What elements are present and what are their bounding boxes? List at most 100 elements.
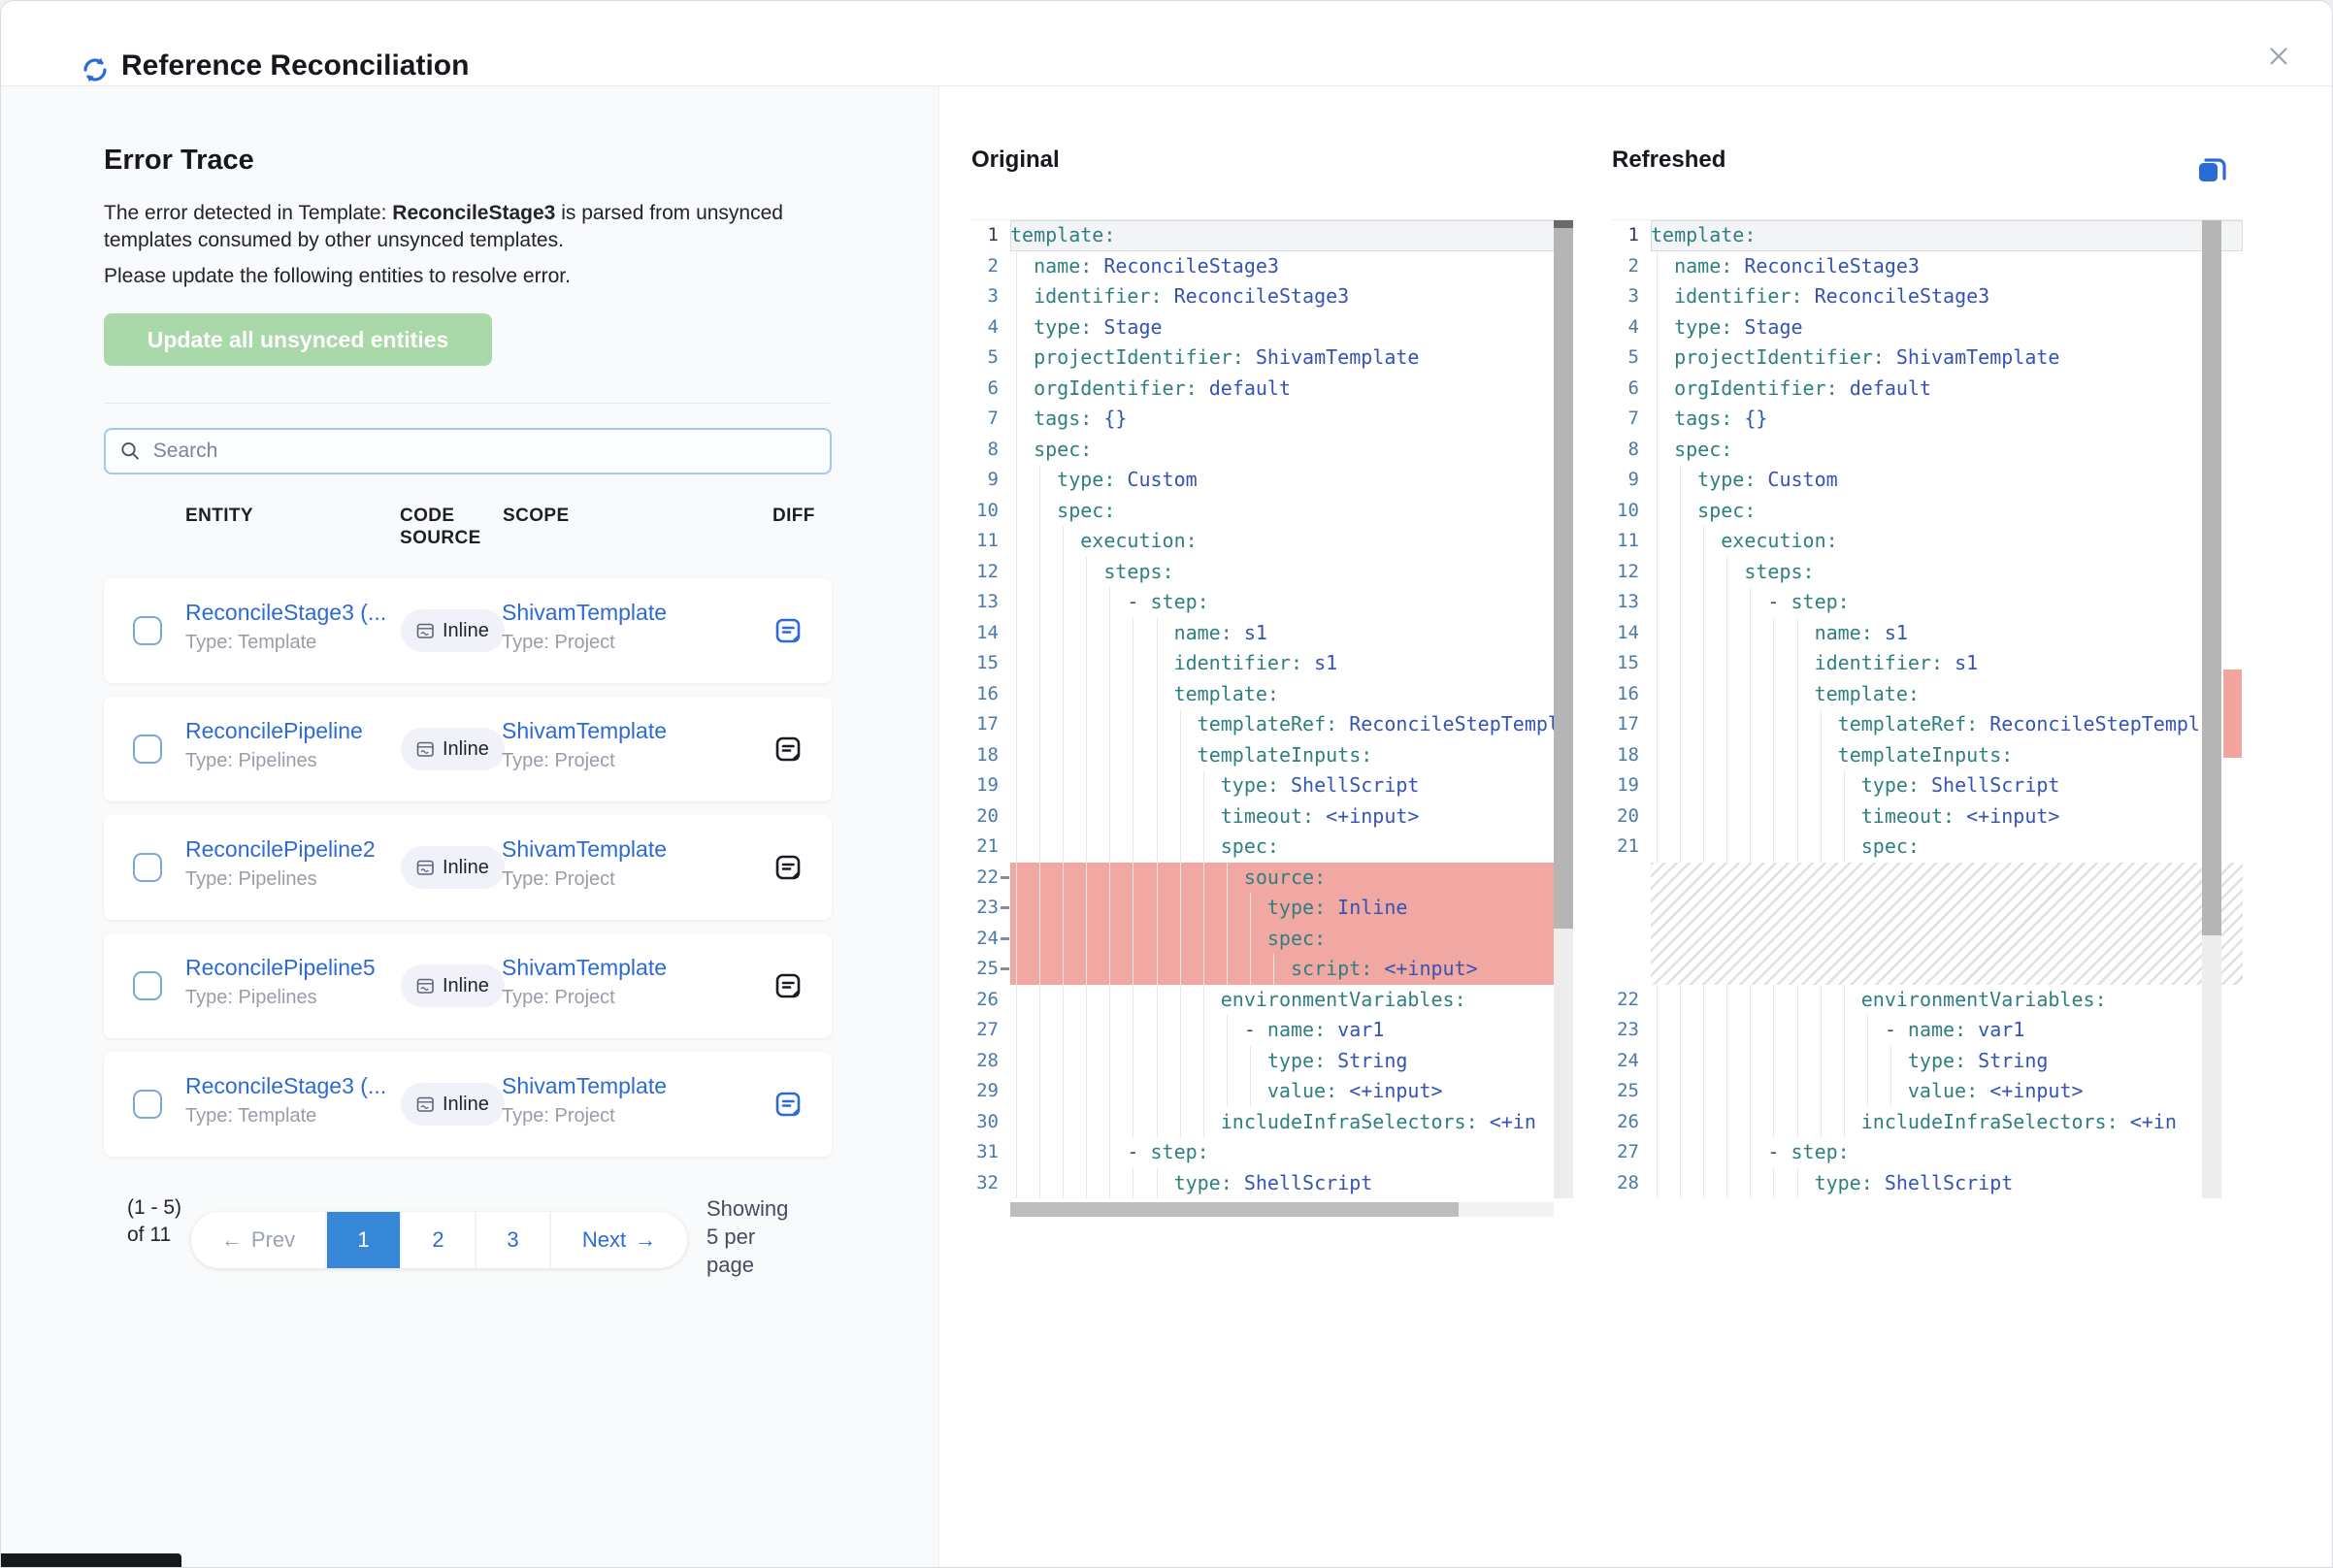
line-number: 8 <box>1612 435 1651 466</box>
inline-source-icon <box>416 622 435 640</box>
code-line: 9type: Custom <box>971 465 1573 496</box>
deleted-line-marker <box>1001 937 1009 940</box>
deleted-lines-placeholder <box>1651 863 2243 985</box>
entity-type-label: Type: Pipelines <box>185 868 394 891</box>
line-number: 17 <box>971 709 1010 740</box>
row-checkbox[interactable] <box>133 616 162 645</box>
code-line: 15identifier: s1 <box>1612 648 2243 679</box>
code-line: 5projectIdentifier: ShivamTemplate <box>971 343 1573 374</box>
scope-cell: ShivamTemplate Type: Project <box>502 1073 725 1127</box>
code-line: 3identifier: ReconcileStage3 <box>971 281 1573 312</box>
pagination-range-text: (1 - 5) of 11 <box>127 1194 201 1249</box>
line-number: 5 <box>971 343 1010 374</box>
line-number: 27 <box>1612 1137 1651 1168</box>
line-number: 1 <box>1612 220 1651 251</box>
row-checkbox[interactable] <box>133 1090 162 1119</box>
line-number: 15 <box>1612 648 1651 679</box>
code-line: 9type: Custom <box>1612 465 2243 496</box>
entity-cell: ReconcileStage3 (...Type: Template <box>185 1073 394 1127</box>
entity-cell: ReconcilePipeline2 Type: Pipelines <box>185 836 394 891</box>
scope-link[interactable]: ShivamTemplate <box>502 600 725 626</box>
line-number: 9 <box>1612 465 1651 496</box>
code-line: 5projectIdentifier: ShivamTemplate <box>1612 343 2243 374</box>
row-checkbox[interactable] <box>133 853 162 882</box>
code-line: 25script: <+input> <box>971 954 1573 985</box>
code-line: 10spec: <box>971 496 1573 527</box>
deleted-line-marker <box>1001 906 1009 909</box>
scope-link[interactable]: ShivamTemplate <box>502 1073 725 1099</box>
line-number: 18 <box>971 740 1010 771</box>
code-line: 10spec: <box>1612 496 2243 527</box>
pagination-page-3[interactable]: 3 <box>475 1212 549 1268</box>
line-number: 23 <box>971 893 1010 924</box>
original-horizontal-scrollbar[interactable] <box>1010 1202 1554 1217</box>
code-line: 20timeout: <+input> <box>1612 801 2243 833</box>
code-line: 28type: ShellScript <box>1612 1168 2243 1199</box>
copy-icon[interactable] <box>2192 150 2231 189</box>
diff-icon[interactable] <box>773 1090 803 1119</box>
scrollbar-thumb[interactable] <box>2202 220 2221 935</box>
browser-status-tooltip <box>1 1553 181 1567</box>
diff-icon[interactable] <box>773 735 803 764</box>
pagination-next-button[interactable]: Next → <box>549 1212 687 1268</box>
pagination-prev-button[interactable]: ← Prev <box>191 1212 325 1268</box>
table-row: ReconcileStage3 (... Type: Template Inlin… <box>104 578 832 683</box>
scrollbar-thumb[interactable] <box>1010 1202 1459 1217</box>
inline-source-icon <box>416 977 435 996</box>
error-description: The error detected in Template: Reconcil… <box>104 200 793 254</box>
entity-link[interactable]: ReconcileStage3 (... <box>185 600 394 626</box>
entity-link[interactable]: ReconcilePipeline2 <box>185 836 394 863</box>
code-line: 11execution: <box>971 526 1573 557</box>
pagination-page-2[interactable]: 2 <box>400 1212 475 1268</box>
diff-icon[interactable] <box>773 853 803 882</box>
search-input[interactable] <box>151 439 816 464</box>
entity-type-label: Type: Template <box>185 632 394 654</box>
code-line: 16template: <box>971 679 1573 710</box>
entity-link[interactable]: ReconcilePipeline <box>185 718 394 744</box>
pagination-page-1[interactable]: 1 <box>325 1212 400 1268</box>
inline-source-icon <box>416 859 435 877</box>
column-header-code-source: CODE SOURCE <box>400 505 502 549</box>
code-line: 20timeout: <+input> <box>971 801 1573 833</box>
scope-link[interactable]: ShivamTemplate <box>502 718 725 744</box>
original-vertical-scrollbar[interactable] <box>1554 220 1573 1198</box>
code-line: 23type: Inline <box>971 893 1573 924</box>
code-source-badge: Inline <box>401 609 505 652</box>
close-icon[interactable] <box>2262 40 2295 73</box>
diff-icon[interactable] <box>773 971 803 1000</box>
entity-cell: ReconcilePipeline5Type: Pipelines <box>185 955 394 1009</box>
refreshed-panel-heading: Refreshed <box>1612 147 1725 174</box>
column-header-diff: DIFF <box>772 505 815 527</box>
table-row: ReconcilePipeline5Type: Pipelines Inline… <box>104 933 832 1038</box>
entity-link[interactable]: ReconcilePipeline5 <box>185 955 394 981</box>
line-number: 7 <box>971 404 1010 435</box>
inline-source-icon <box>416 1095 435 1114</box>
code-line: 28type: String <box>971 1046 1573 1077</box>
code-line: 2name: ReconcileStage3 <box>1612 251 2243 282</box>
code-line: 24type: String <box>1612 1046 2243 1077</box>
line-number: 19 <box>971 770 1010 801</box>
code-line: 8spec: <box>971 435 1573 466</box>
line-number: 8 <box>971 435 1010 466</box>
code-line: 21spec: <box>971 832 1573 863</box>
scrollbar-thumb[interactable] <box>1554 228 1573 929</box>
row-checkbox[interactable] <box>133 971 162 1000</box>
code-line: 8spec: <box>1612 435 2243 466</box>
diff-icon[interactable] <box>773 616 803 645</box>
original-panel-heading: Original <box>971 147 1060 174</box>
line-number: 16 <box>1612 679 1651 710</box>
entity-link[interactable]: ReconcileStage3 (... <box>185 1073 394 1099</box>
scope-link[interactable]: ShivamTemplate <box>502 836 725 863</box>
line-number: 11 <box>971 526 1010 557</box>
line-number: 2 <box>1612 251 1651 282</box>
scope-link[interactable]: ShivamTemplate <box>502 955 725 981</box>
code-source-badge: Inline <box>401 1083 505 1126</box>
row-checkbox[interactable] <box>133 735 162 764</box>
code-line: 26includeInfraSelectors: <+in <box>1612 1107 2243 1138</box>
inline-source-icon <box>416 740 435 759</box>
scope-type-label: Type: Project <box>502 1105 725 1127</box>
scope-type-label: Type: Project <box>502 868 725 891</box>
refreshed-vertical-scrollbar[interactable] <box>2202 220 2221 1198</box>
update-all-unsynced-entities-button[interactable]: Update all unsynced entities <box>104 313 492 366</box>
code-line: 6orgIdentifier: default <box>971 374 1573 405</box>
